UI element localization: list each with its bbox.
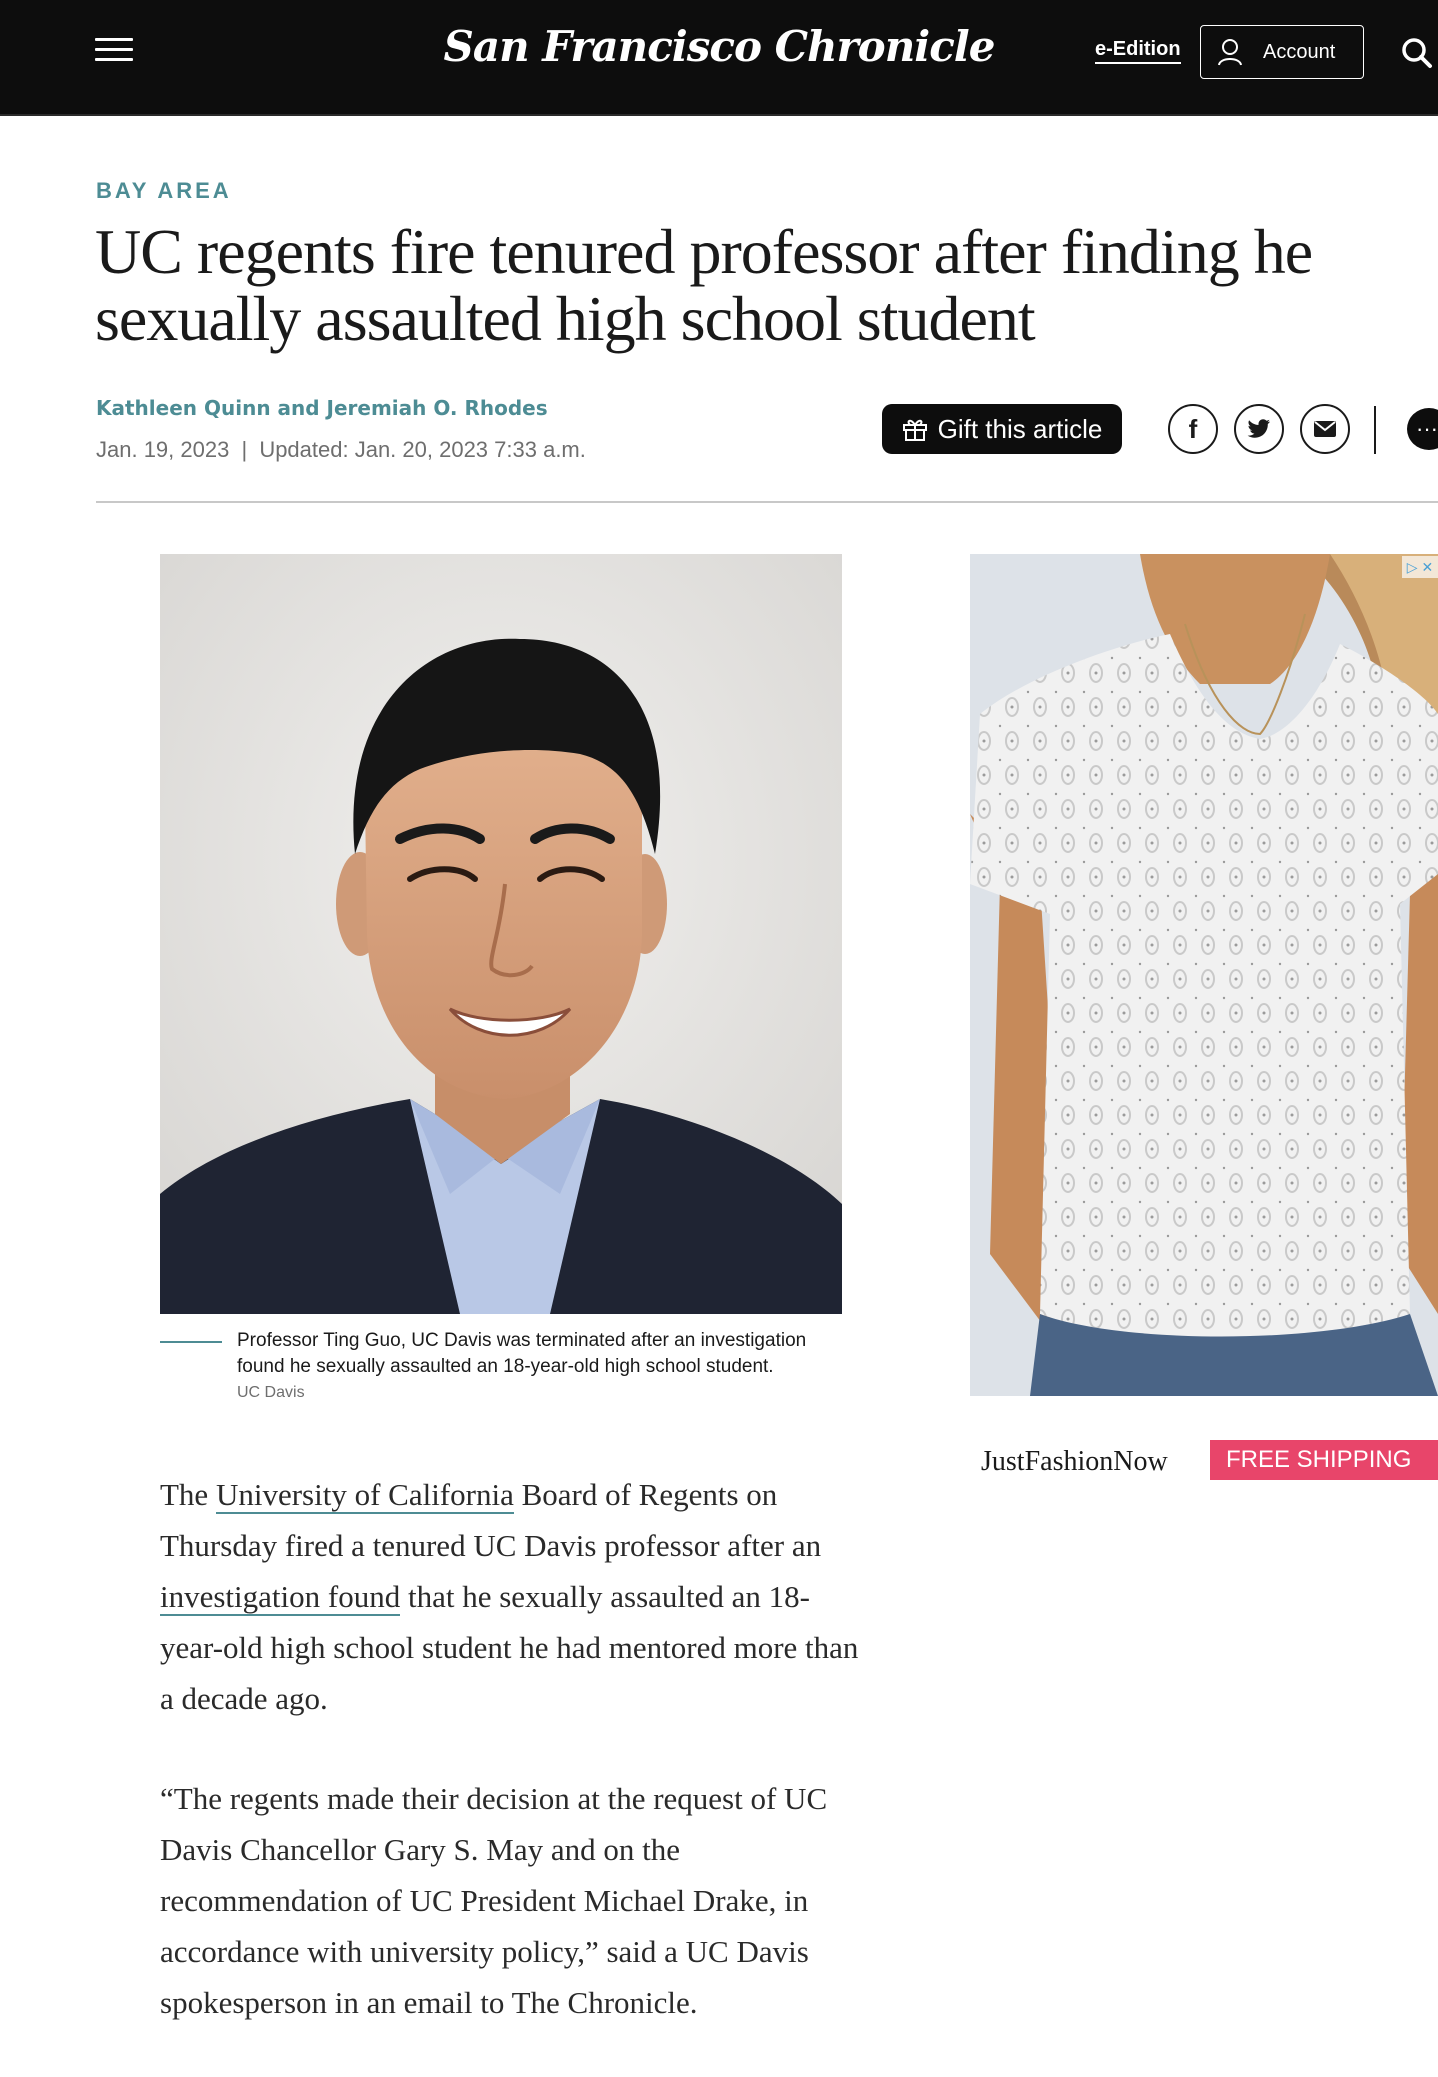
advertisement[interactable]: ▷ ✕ [970, 554, 1438, 1396]
paragraph-2: “The regents made their decision at the … [160, 1781, 828, 2020]
date-separator: | [241, 437, 248, 462]
lead-photo[interactable] [160, 554, 842, 1314]
facebook-icon: f [1188, 413, 1198, 444]
email-icon [1314, 421, 1336, 437]
twitter-icon [1247, 419, 1270, 438]
photo-caption: Professor Ting Guo, UC Davis was termina… [237, 1328, 837, 1380]
search-button[interactable] [1400, 36, 1434, 70]
university-of-california-link[interactable]: University of California [215, 1477, 514, 1514]
photo-credit: UC Davis [237, 1384, 305, 1401]
caption-line-2: found he sexually assaulted an 18-year-o… [237, 1356, 774, 1377]
article-body: The University of California Board of Re… [160, 1469, 860, 2077]
e-edition-link[interactable]: e-Edition [1095, 38, 1181, 64]
article-headline: UC regents fire tenured professor after … [95, 218, 1345, 352]
caption-rule [160, 1341, 222, 1343]
investigation-found-link[interactable]: investigation found [160, 1579, 401, 1616]
ad-choices-icon[interactable]: ▷ ✕ [1402, 556, 1438, 578]
share-facebook-button[interactable]: f [1168, 404, 1218, 454]
section-label[interactable]: BAY AREA [96, 178, 232, 204]
byline[interactable]: Kathleen Quinn and Jeremiah O. Rhodes [96, 396, 548, 420]
user-icon [1218, 39, 1242, 66]
share-email-button[interactable] [1300, 404, 1350, 454]
paragraph-1: The University of California Board of Re… [160, 1469, 860, 1724]
ad-free-shipping-button[interactable]: FREE SHIPPING [1210, 1440, 1438, 1480]
share-divider [1374, 406, 1376, 454]
ad-brand-name[interactable]: JustFashionNow [981, 1446, 1168, 1478]
account-label: Account [1263, 40, 1336, 63]
top-navigation-bar: San Francisco Chronicle e-Edition Accoun… [0, 0, 1438, 116]
headline-line-2: sexually assaulted high school student [95, 283, 1036, 354]
publish-date: Jan. 19, 2023 [96, 437, 230, 462]
more-share-button[interactable]: ··· [1407, 408, 1438, 450]
p1-text-start: The [160, 1477, 216, 1512]
gift-article-button[interactable]: Gift this article [882, 404, 1122, 454]
headline-line-1: UC regents fire tenured professor after … [95, 216, 1313, 287]
account-button[interactable]: Account [1200, 25, 1364, 79]
search-icon [1402, 38, 1432, 68]
more-icon: ··· [1416, 416, 1438, 441]
caption-line-1: Professor Ting Guo, UC Davis was termina… [237, 1330, 807, 1351]
ad-product-image [970, 554, 1438, 1396]
header-divider [96, 501, 1438, 503]
professor-portrait-image [160, 554, 842, 1314]
share-twitter-button[interactable] [1234, 404, 1284, 454]
gift-label: Gift this article [937, 413, 1103, 444]
gift-icon [902, 419, 927, 441]
updated-date: Updated: Jan. 20, 2023 7:33 a.m. [259, 437, 586, 462]
dateline: Jan. 19, 2023 | Updated: Jan. 20, 2023 7… [96, 437, 586, 463]
